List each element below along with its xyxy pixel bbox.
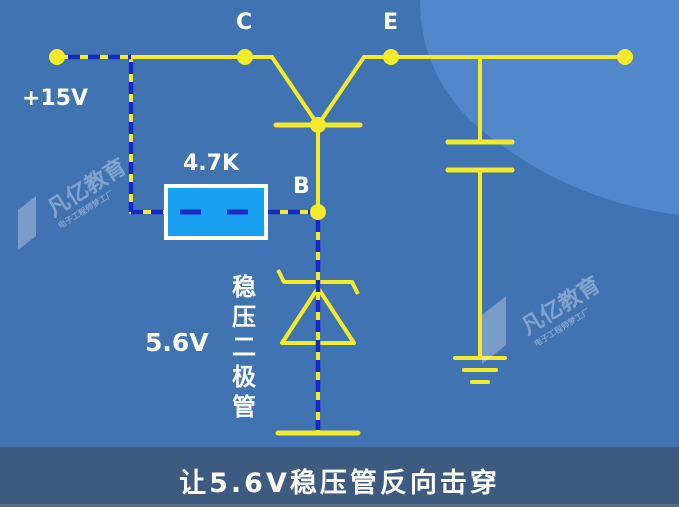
output-terminal-dot (617, 49, 633, 65)
supply-terminal-dot (49, 49, 65, 65)
subtitle-caption: 让5.6V稳压管反向击穿 (179, 468, 500, 499)
background-light-region (420, 0, 679, 215)
base-dot (310, 117, 326, 133)
emitter-dot (383, 49, 399, 65)
zener-name-char-1: 稳 (232, 273, 256, 301)
zener-voltage-label: 5.6V (145, 328, 209, 357)
resistor (164, 184, 268, 240)
zener-name-char-2: 压 (232, 303, 256, 331)
zener-name-char-3: 二 (232, 333, 256, 361)
base-junction-dot (310, 204, 326, 220)
base-label: B (293, 174, 310, 199)
collector-dot (237, 49, 253, 65)
watermark-logo-1 (18, 196, 36, 250)
wire-collector-diag (270, 55, 320, 127)
wire-emitter-diag (316, 55, 366, 127)
zener-name-char-4: 极 (232, 363, 256, 391)
supply-voltage-label: +15V (22, 86, 89, 111)
zener-name-char-5: 管 (232, 393, 256, 421)
current-path (68, 54, 321, 430)
collector-label: C (236, 10, 253, 35)
emitter-label: E (383, 10, 399, 35)
watermark-logo-2 (482, 296, 506, 364)
resistor-value-label: 4.7K (183, 151, 240, 176)
zener-name-label: 稳 压 二 极 管 (229, 272, 259, 422)
circuit-diagram (18, 0, 679, 436)
